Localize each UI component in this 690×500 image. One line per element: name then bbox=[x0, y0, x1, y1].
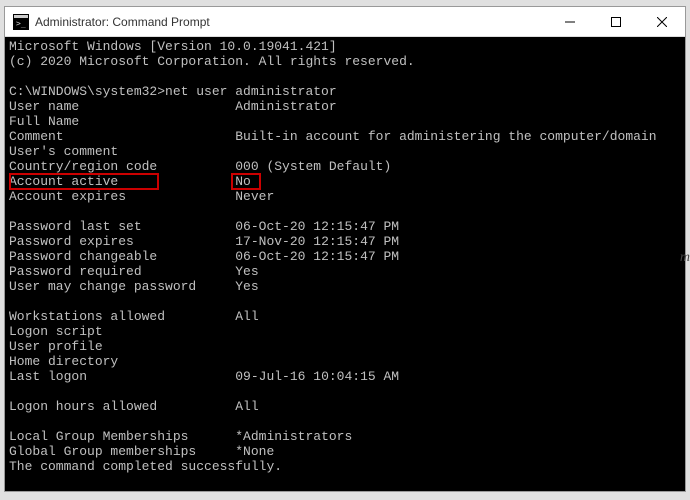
row-user-profile: User profile bbox=[9, 339, 235, 354]
cmd-icon: >_ bbox=[13, 14, 29, 30]
command-prompt-window: >_ Administrator: Command Prompt Microso… bbox=[4, 6, 686, 492]
copyright-line: (c) 2020 Microsoft Corporation. All righ… bbox=[9, 54, 415, 69]
os-version-line: Microsoft Windows [Version 10.0.19041.42… bbox=[9, 39, 337, 54]
row-local-groups: Local Group Memberships *Administrators bbox=[9, 429, 352, 444]
page-annotation: m bbox=[680, 250, 690, 266]
row-pwd-expires: Password expires ‎17-‎Nov-‎20 12:15:47 P… bbox=[9, 234, 399, 249]
window-title: Administrator: Command Prompt bbox=[35, 15, 547, 29]
command-text: net user administrator bbox=[165, 84, 337, 99]
minimize-button[interactable] bbox=[547, 7, 593, 36]
row-user-name: User name Administrator bbox=[9, 99, 337, 114]
row-full-name: Full Name bbox=[9, 114, 235, 129]
terminal-output[interactable]: Microsoft Windows [Version 10.0.19041.42… bbox=[5, 37, 685, 491]
row-account-expires: Account expires Never bbox=[9, 189, 274, 204]
titlebar[interactable]: >_ Administrator: Command Prompt bbox=[5, 7, 685, 37]
row-country-code: Country/region code 000 (System Default) bbox=[9, 159, 391, 174]
row-pwd-user-change: User may change password Yes bbox=[9, 279, 259, 294]
row-pwd-last-set: Password last set ‎06-‎Oct-‎20 12:15:47 … bbox=[9, 219, 399, 234]
prompt-path: C:\WINDOWS\system32> bbox=[9, 84, 165, 99]
row-global-groups: Global Group memberships *None bbox=[9, 444, 274, 459]
row-account-active: Account active No bbox=[9, 174, 251, 189]
row-pwd-changeable: Password changeable ‎06-‎Oct-‎20 12:15:4… bbox=[9, 249, 399, 264]
row-workstations: Workstations allowed All bbox=[9, 309, 259, 324]
row-logon-hours: Logon hours allowed All bbox=[9, 399, 259, 414]
row-logon-script: Logon script bbox=[9, 324, 235, 339]
row-users-comment: User's comment bbox=[9, 144, 235, 159]
maximize-button[interactable] bbox=[593, 7, 639, 36]
row-last-logon: Last logon ‎09-‎Jul-‎16 10:04:15 AM bbox=[9, 369, 399, 384]
close-button[interactable] bbox=[639, 7, 685, 36]
svg-text:>_: >_ bbox=[16, 19, 26, 28]
row-pwd-required: Password required Yes bbox=[9, 264, 259, 279]
row-comment: Comment Built-in account for administeri… bbox=[9, 129, 657, 144]
row-home-dir: Home directory bbox=[9, 354, 235, 369]
completion-message: The command completed successfully. bbox=[9, 459, 282, 474]
